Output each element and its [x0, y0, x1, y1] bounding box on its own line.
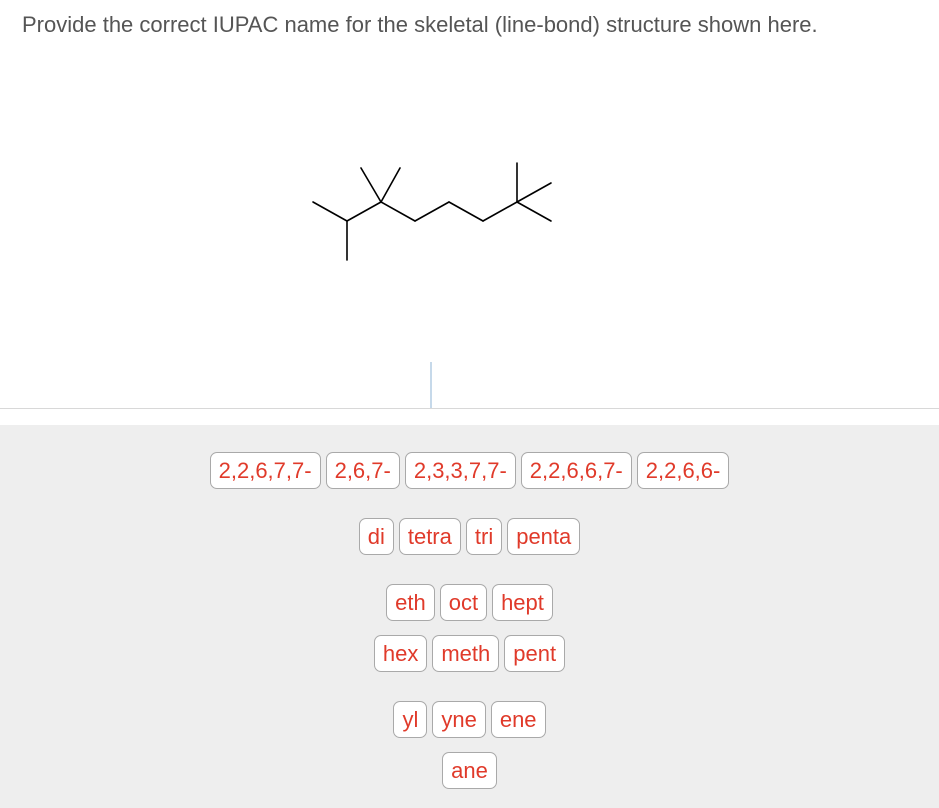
bond	[312, 201, 348, 222]
tile-locant[interactable]: 2,3,3,7,7-	[404, 452, 516, 489]
tile-root[interactable]: meth	[432, 635, 500, 672]
tile-suffix[interactable]: ene	[490, 701, 546, 738]
bond	[516, 182, 552, 203]
tile-row-locants: 2,2,6,7,7- 2,6,7- 2,3,3,7,7- 2,2,6,6,7- …	[0, 452, 939, 489]
skeletal-structure	[312, 162, 552, 261]
tile-locant[interactable]: 2,2,6,6,7-	[520, 452, 632, 489]
bond	[360, 167, 382, 203]
bond	[346, 201, 382, 222]
bond	[482, 201, 518, 222]
tile-multiplier[interactable]: penta	[507, 518, 581, 555]
tile-multiplier[interactable]: di	[358, 518, 394, 555]
tile-multiplier[interactable]: tetra	[398, 518, 461, 555]
tile-row-multipliers: di tetra tri penta	[0, 518, 939, 555]
tile-suffix[interactable]: yl	[393, 701, 428, 738]
tile-suffix[interactable]: yne	[432, 701, 486, 738]
tile-row-roots-1: eth oct hept	[0, 584, 939, 621]
tile-root[interactable]: hept	[492, 584, 553, 621]
tile-locant[interactable]: 2,2,6,7,7-	[209, 452, 321, 489]
question-text: Provide the correct IUPAC name for the s…	[22, 12, 818, 37]
bond	[414, 201, 450, 222]
tile-row-suffixes-2: ane	[0, 752, 939, 789]
bond	[380, 167, 401, 203]
bond	[448, 201, 484, 222]
tile-locant[interactable]: 2,2,6,6-	[636, 452, 730, 489]
tile-root[interactable]: eth	[386, 584, 435, 621]
tile-row-roots-2: hex meth pent	[0, 635, 939, 672]
tile-root[interactable]: pent	[504, 635, 566, 672]
tile-multiplier[interactable]: tri	[465, 518, 503, 555]
answer-input-area[interactable]	[0, 340, 939, 408]
tile-suffix[interactable]: ane	[442, 752, 497, 789]
bond	[380, 201, 416, 222]
divider	[0, 408, 939, 409]
tile-root[interactable]: oct	[439, 584, 488, 621]
tile-root[interactable]: hex	[373, 635, 428, 672]
tile-row-suffixes: yl yne ene	[0, 701, 939, 738]
tile-locant[interactable]: 2,6,7-	[325, 452, 400, 489]
bond	[516, 201, 552, 222]
text-cursor	[430, 362, 432, 408]
word-tile-palette: 2,2,6,7,7- 2,6,7- 2,3,3,7,7- 2,2,6,6,7- …	[0, 425, 939, 808]
